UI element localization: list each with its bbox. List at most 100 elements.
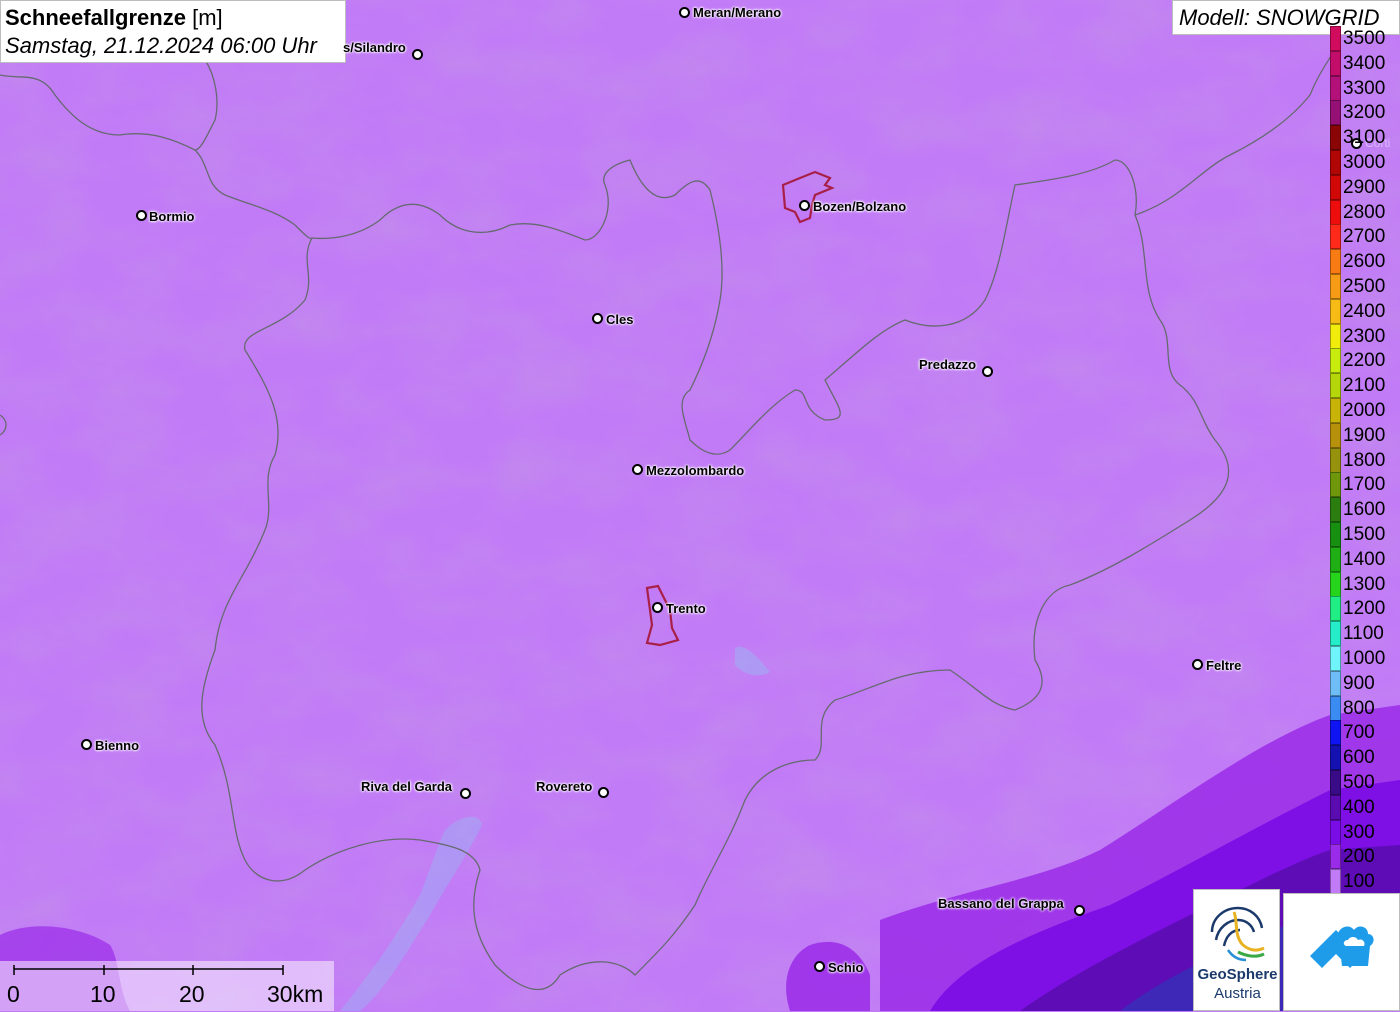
legend-swatch [1330, 224, 1341, 250]
legend-swatch [1330, 373, 1341, 399]
legend-label: 1700 [1343, 474, 1386, 496]
legend-swatch [1330, 150, 1341, 175]
geosphere-emblem-icon [1210, 906, 1265, 962]
city-marker[interactable] [598, 787, 609, 798]
city-label: Bassano del Grappa [938, 896, 1064, 911]
legend-item: 1100 [1328, 621, 1400, 647]
city-label: Predazzo [919, 357, 977, 372]
city-marker[interactable] [814, 961, 825, 972]
legend-item: 1700 [1328, 472, 1400, 498]
legend-swatch [1330, 26, 1341, 51]
city-label: Bozen/Bolzano [813, 199, 907, 214]
scale-label-10: 10 [90, 981, 116, 1007]
legend-swatch [1330, 670, 1341, 696]
legend-swatch [1330, 770, 1341, 795]
legend-swatch [1330, 497, 1341, 523]
city-marker[interactable] [460, 788, 471, 799]
legend-swatch [1330, 323, 1341, 349]
city-marker[interactable] [652, 602, 663, 613]
legend-label: 1400 [1343, 548, 1386, 570]
city-marker[interactable] [799, 200, 810, 211]
legend-swatch [1330, 596, 1341, 622]
legend-item: 700 [1328, 720, 1400, 746]
legend-item: 500 [1328, 770, 1400, 795]
map-datetime: Samstag, 21.12.2024 06:00 Uhr [5, 33, 317, 58]
legend-item: 2400 [1328, 298, 1400, 324]
legend-label: 1800 [1343, 449, 1386, 471]
city-label: s/Silandro [343, 40, 406, 55]
legend-swatch [1330, 794, 1341, 820]
color-legend: 3500 3400 3300 3200 3100 3000 2900 2800 2700 2600… [1328, 26, 1400, 895]
legend-item: 2200 [1328, 348, 1400, 374]
legend-label: 2500 [1343, 276, 1386, 297]
legend-label: 2300 [1343, 325, 1386, 347]
legend-item: 2700 [1328, 224, 1400, 250]
legend-item: 900 [1328, 670, 1400, 696]
legend-swatch [1330, 621, 1341, 647]
city-marker[interactable] [1074, 905, 1085, 916]
legend-swatch [1330, 720, 1341, 746]
city-marker[interactable] [136, 210, 147, 221]
legend-label: 800 [1343, 697, 1375, 719]
city-marker[interactable] [592, 313, 603, 324]
snow-app-logo[interactable] [1283, 893, 1400, 1011]
city-marker[interactable] [81, 739, 92, 750]
scale-label-20: 20 [179, 981, 205, 1007]
legend-label: 3500 [1343, 28, 1386, 49]
legend-label: 700 [1343, 722, 1375, 744]
city-marker[interactable] [412, 49, 423, 60]
legend-label: 2700 [1343, 226, 1386, 248]
city-label: Cles [606, 312, 634, 327]
legend-item: 800 [1328, 695, 1400, 721]
legend-item: 400 [1328, 794, 1400, 820]
city-label: Feltre [1206, 658, 1242, 673]
city-label: Bienno [95, 738, 140, 753]
legend-swatch [1330, 695, 1341, 721]
legend-item: 3300 [1328, 75, 1400, 101]
legend-item: 200 [1328, 844, 1400, 870]
legend-swatch [1330, 199, 1341, 225]
legend-label: 900 [1343, 672, 1375, 694]
legend-swatch [1330, 844, 1341, 870]
legend-swatch [1330, 546, 1341, 572]
geosphere-name: GeoSphere [1197, 966, 1278, 983]
legend-label: 3200 [1343, 102, 1386, 124]
legend-label: 3100 [1343, 127, 1386, 149]
legend-item: 1400 [1328, 546, 1400, 572]
geosphere-logo[interactable]: GeoSphere Austria [1193, 889, 1280, 1011]
legend-item: 1000 [1328, 646, 1400, 671]
legend-item: 1500 [1328, 522, 1400, 547]
legend-swatch [1330, 125, 1341, 151]
legend-swatch [1330, 472, 1341, 498]
legend-item: 1200 [1328, 596, 1400, 622]
legend-label: 300 [1343, 821, 1375, 843]
city-label: Mezzolombardo [646, 463, 745, 478]
legend-swatch [1330, 398, 1341, 423]
city-marker[interactable] [1192, 659, 1203, 670]
legend-item: 600 [1328, 745, 1400, 771]
city-marker[interactable] [632, 464, 643, 475]
city-marker[interactable] [679, 7, 690, 18]
legend-item: 100 [1328, 869, 1400, 895]
scale-label-0: 0 [7, 981, 20, 1007]
mountain-cloud-icon [1310, 926, 1374, 968]
snowline-map[interactable] [0, 0, 1400, 1011]
city-marker[interactable] [982, 366, 993, 377]
legend-item: 1300 [1328, 571, 1400, 597]
legend-label: 600 [1343, 747, 1375, 769]
legend-item: 1800 [1328, 447, 1400, 473]
legend-label: 1200 [1343, 598, 1386, 620]
legend-label: 400 [1343, 796, 1375, 818]
legend-label: 1600 [1343, 499, 1386, 521]
legend-item: 3000 [1328, 150, 1400, 175]
legend-item: 2100 [1328, 373, 1400, 399]
legend-label: 2000 [1343, 400, 1386, 421]
legend-label: 1300 [1343, 573, 1386, 595]
legend-label: 1900 [1343, 424, 1386, 446]
legend-item: 3100 [1328, 125, 1400, 151]
legend-swatch [1330, 100, 1341, 126]
legend-label: 2400 [1343, 300, 1386, 322]
legend-swatch [1330, 422, 1341, 448]
city-label: Bormio [149, 209, 195, 224]
legend-item: 2500 [1328, 274, 1400, 299]
